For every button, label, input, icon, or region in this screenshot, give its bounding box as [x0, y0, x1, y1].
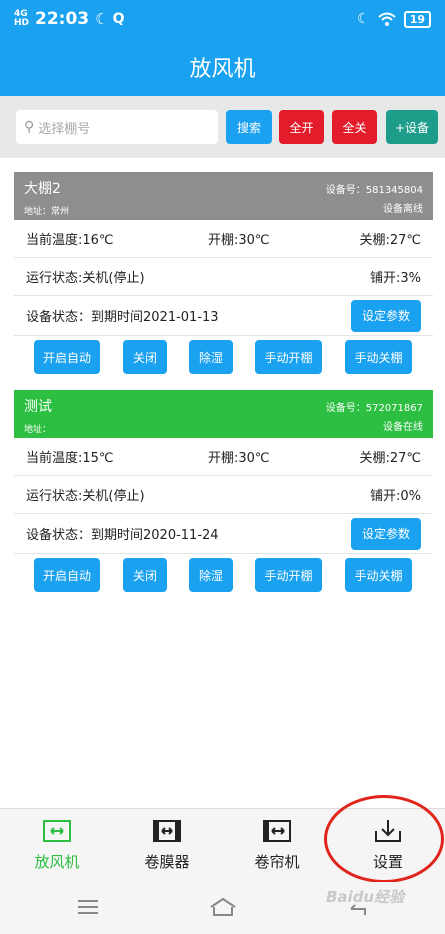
- clock: 22:03: [35, 9, 90, 29]
- temperature-row: 当前温度:16℃ 开棚:30℃ 关棚:27℃: [14, 220, 433, 258]
- manual-close-button[interactable]: 手动关棚: [345, 558, 412, 592]
- device-address: 地址：常州: [24, 207, 70, 217]
- device-status-row: 设备状态：到期时间2020-11-24 设定参数: [14, 514, 433, 554]
- search-input[interactable]: ⚲ 选择棚号: [16, 110, 218, 144]
- page-title: 放风机: [189, 57, 256, 82]
- device-card: 大棚2 地址：常州 设备号：581345804 设备离线 当前温度:16℃ 开棚…: [14, 172, 433, 380]
- current-temperature: 当前温度:16℃: [26, 233, 114, 248]
- run-status-row: 运行状态:关机(停止) 铺开:3%: [14, 258, 433, 296]
- watermark: Baidu经验: [326, 888, 405, 906]
- search-placeholder: 选择棚号: [38, 121, 91, 137]
- run-status: 运行状态:关机(停止): [26, 271, 145, 286]
- manual-open-button[interactable]: 手动开棚: [255, 558, 322, 592]
- dehumidify-button[interactable]: 除湿: [189, 340, 233, 374]
- open-threshold: 开棚:30℃: [208, 233, 270, 248]
- device-id: 设备号：581345804: [325, 185, 423, 196]
- run-status: 运行状态:关机(停止): [26, 489, 145, 504]
- menu-icon: [78, 900, 98, 914]
- run-status-row: 运行状态:关机(停止) 铺开:0%: [14, 476, 433, 514]
- battery-indicator: 19: [403, 10, 431, 28]
- spread-percent: 铺开:0%: [369, 489, 421, 504]
- add-device-button[interactable]: +设备: [386, 110, 438, 144]
- curtain-roller-icon: [263, 820, 291, 842]
- wifi-icon: [378, 12, 396, 26]
- tab-label: 卷帘机: [254, 853, 300, 871]
- set-params-button[interactable]: 设定参数: [351, 517, 421, 550]
- dehumidify-button[interactable]: 除湿: [189, 558, 233, 592]
- manual-open-button[interactable]: 手动开棚: [255, 340, 322, 374]
- device-card-header[interactable]: 测试 地址： 设备号：572071867 设备在线: [14, 390, 433, 438]
- ventilator-icon: [43, 820, 71, 842]
- close-threshold: 关棚:27℃: [359, 233, 421, 248]
- home-nav-button[interactable]: [203, 892, 243, 922]
- menu-nav-button[interactable]: [68, 892, 108, 922]
- turn-off-button[interactable]: 关闭: [123, 558, 167, 592]
- turn-off-button[interactable]: 关闭: [123, 340, 167, 374]
- device-status: 设备状态：到期时间2020-11-24: [26, 528, 219, 543]
- device-status-row: 设备状态：到期时间2021-01-13 设定参数: [14, 296, 433, 336]
- device-online-state: 设备在线: [383, 422, 423, 433]
- all-open-button[interactable]: 全开: [279, 110, 324, 144]
- device-address: 地址：: [24, 425, 52, 435]
- search-button[interactable]: 搜索: [226, 110, 272, 144]
- device-status: 设备状态：到期时间2021-01-13: [26, 310, 219, 325]
- device-online-state: 设备离线: [383, 204, 423, 215]
- tab-ventilator[interactable]: 放风机: [2, 809, 112, 883]
- current-temperature: 当前温度:15℃: [26, 451, 114, 466]
- manual-close-button[interactable]: 手动关棚: [345, 340, 412, 374]
- auto-on-button[interactable]: 开启自动: [34, 340, 100, 374]
- action-buttons: 开启自动 关闭 除湿 手动开棚 手动关棚: [14, 554, 433, 598]
- app-notification-icon: Q: [112, 11, 125, 27]
- all-close-button[interactable]: 全关: [332, 110, 377, 144]
- device-card-header[interactable]: 大棚2 地址：常州 设备号：581345804 设备离线: [14, 172, 433, 220]
- close-threshold: 关棚:27℃: [359, 451, 421, 466]
- tab-label: 卷膜器: [144, 853, 190, 871]
- do-not-disturb-icon: ☾: [357, 11, 370, 27]
- device-id: 设备号：572071867: [325, 403, 423, 414]
- set-params-button[interactable]: 设定参数: [351, 299, 421, 332]
- search-icon: ⚲: [24, 119, 35, 135]
- search-toolbar: ⚲ 选择棚号 搜索 全开 全关 +设备: [0, 96, 445, 158]
- tab-label: 放风机: [34, 853, 80, 871]
- home-icon: [210, 897, 236, 916]
- status-bar: 4G HD 22:03 ☾ Q ☾ 19: [0, 0, 445, 38]
- tab-film-roller[interactable]: 卷膜器: [112, 809, 222, 883]
- signal-indicator: 4G HD: [14, 9, 30, 28]
- moon-icon: ☾: [95, 10, 109, 28]
- temperature-row: 当前温度:15℃ 开棚:30℃ 关棚:27℃: [14, 438, 433, 476]
- film-roller-icon: [153, 820, 181, 842]
- spread-percent: 铺开:3%: [369, 271, 421, 286]
- title-bar: 放风机: [0, 38, 445, 96]
- auto-on-button[interactable]: 开启自动: [34, 558, 100, 592]
- open-threshold: 开棚:30℃: [208, 451, 270, 466]
- tab-curtain-roller[interactable]: 卷帘机: [222, 809, 332, 883]
- device-card: 测试 地址： 设备号：572071867 设备在线 当前温度:15℃ 开棚:30…: [14, 390, 433, 598]
- action-buttons: 开启自动 关闭 除湿 手动开棚 手动关棚: [14, 336, 433, 380]
- highlight-annotation: [324, 795, 444, 883]
